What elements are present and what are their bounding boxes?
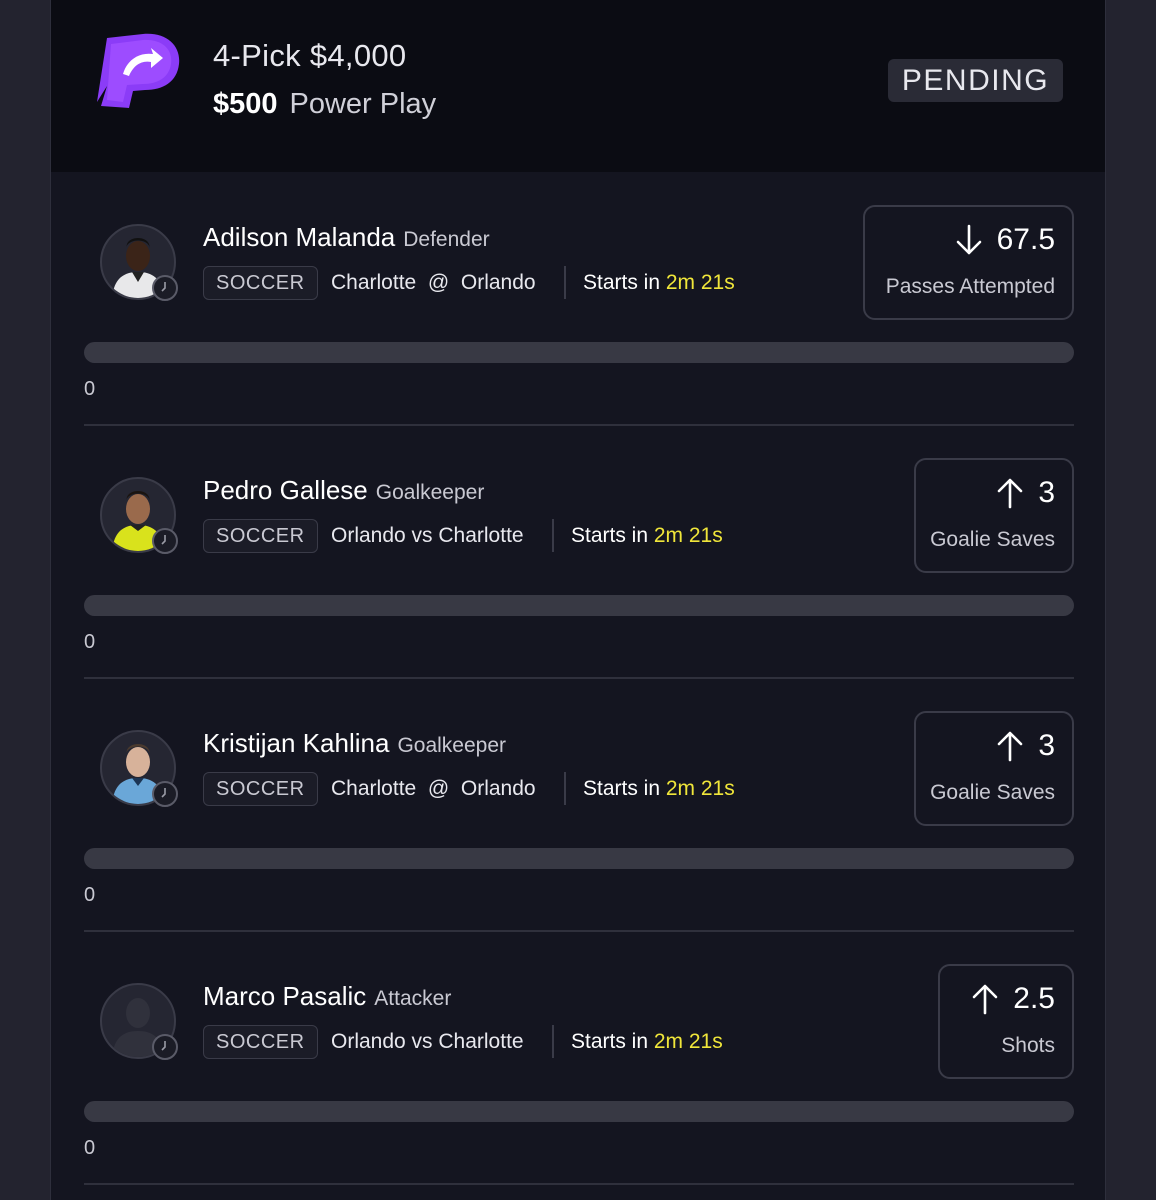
projection-line: 67.5 — [955, 223, 1055, 257]
player-position: Defender — [403, 228, 490, 251]
progress-bar — [84, 848, 1074, 869]
progress-bar — [84, 1101, 1074, 1122]
arrow-up-icon — [972, 984, 998, 1015]
starts-time: 2m 21s — [665, 271, 735, 294]
current-stat-value: 0 — [84, 378, 96, 400]
sport-tag: SOCCER — [203, 772, 318, 806]
starts-time: 2m 21s — [665, 777, 735, 800]
pick-row[interactable]: Pedro Gallese Goalkeeper SOCCER Orlando v… — [51, 425, 1105, 679]
current-stat-value: 0 — [84, 631, 96, 653]
status-badge: PENDING — [888, 59, 1063, 102]
game-matchup: Orlando vs Charlotte — [331, 1030, 524, 1053]
row-separator — [84, 1183, 1074, 1185]
projection-line: 3 — [996, 476, 1055, 510]
divider — [552, 1025, 554, 1058]
progress-bar — [84, 342, 1074, 363]
player-position: Attacker — [374, 987, 452, 1010]
entry-subtitle: $500 Power Play — [213, 88, 436, 121]
projection-box[interactable]: 3 Goalie Saves — [914, 458, 1074, 573]
clock-icon — [152, 781, 178, 807]
play-type: Power Play — [289, 88, 437, 120]
player-name-text: Adilson Malanda — [203, 222, 396, 252]
projection-box[interactable]: 2.5 Shots — [938, 964, 1074, 1079]
starts-label: Starts in — [571, 1030, 649, 1053]
start-countdown: Starts in 2m 21s — [571, 1030, 723, 1054]
entry-amount: $500 — [213, 88, 278, 120]
sport-tag: SOCCER — [203, 1025, 318, 1059]
progress-bar — [84, 595, 1074, 616]
player-name-text: Pedro Gallese — [203, 475, 368, 505]
player-name: Adilson Malanda Defender — [203, 222, 490, 253]
pick-row[interactable]: Adilson Malanda Defender SOCCER Charlotte… — [51, 172, 1105, 426]
divider — [552, 519, 554, 552]
starts-time: 2m 21s — [653, 1030, 723, 1053]
projection-box[interactable]: 67.5 Passes Attempted — [863, 205, 1074, 320]
projection-box[interactable]: 3 Goalie Saves — [914, 711, 1074, 826]
entry-title: 4-Pick $4,000 — [213, 38, 407, 73]
game-matchup: Orlando vs Charlotte — [331, 524, 524, 547]
current-stat-value: 0 — [84, 884, 96, 906]
player-name-text: Kristijan Kahlina — [203, 728, 390, 758]
game-matchup: Charlotte @ Orlando — [331, 271, 536, 294]
prizepicks-logo-icon — [97, 33, 180, 108]
sport-tag: SOCCER — [203, 519, 318, 553]
projection-value: 3 — [1038, 729, 1055, 762]
player-position: Goalkeeper — [397, 734, 507, 757]
clock-icon — [152, 275, 178, 301]
pick-row[interactable]: Marco Pasalic Attacker SOCCER Orlando vs … — [51, 931, 1105, 1185]
start-countdown: Starts in 2m 21s — [583, 271, 735, 295]
sport-tag: SOCCER — [203, 266, 318, 300]
clock-icon — [152, 1034, 178, 1060]
start-countdown: Starts in 2m 21s — [571, 524, 723, 548]
projection-line: 3 — [996, 729, 1055, 763]
starts-time: 2m 21s — [653, 524, 723, 547]
stat-type: Shots — [1001, 1034, 1055, 1057]
projection-value: 3 — [1038, 476, 1055, 509]
clock-icon — [152, 528, 178, 554]
player-name: Pedro Gallese Goalkeeper — [203, 475, 484, 506]
divider — [564, 772, 566, 805]
player-name: Kristijan Kahlina Goalkeeper — [203, 728, 506, 759]
starts-label: Starts in — [571, 524, 649, 547]
arrow-up-icon — [998, 478, 1023, 509]
starts-label: Starts in — [583, 271, 661, 294]
entry-header[interactable]: 4-Pick $4,000 $500 Power Play PENDING — [51, 0, 1105, 172]
player-position: Goalkeeper — [375, 481, 485, 504]
projection-value: 67.5 — [996, 223, 1055, 256]
arrow-up-icon — [998, 731, 1023, 762]
pick-row[interactable]: Kristijan Kahlina Goalkeeper SOCCER Charl… — [51, 678, 1105, 932]
projection-line: 2.5 — [971, 982, 1055, 1016]
stat-type: Goalie Saves — [930, 528, 1055, 551]
starts-label: Starts in — [583, 777, 661, 800]
player-name-text: Marco Pasalic — [203, 981, 367, 1011]
player-name: Marco Pasalic Attacker — [203, 981, 451, 1012]
stat-type: Passes Attempted — [885, 275, 1055, 298]
entry-card: 4-Pick $4,000 $500 Power Play PENDING Adi… — [50, 0, 1106, 1200]
current-stat-value: 0 — [84, 1137, 96, 1159]
start-countdown: Starts in 2m 21s — [583, 777, 735, 801]
game-matchup: Charlotte @ Orlando — [331, 777, 536, 800]
arrow-down-icon — [956, 224, 981, 255]
stat-type: Goalie Saves — [930, 781, 1055, 804]
divider — [564, 266, 566, 299]
projection-value: 2.5 — [1013, 982, 1055, 1015]
